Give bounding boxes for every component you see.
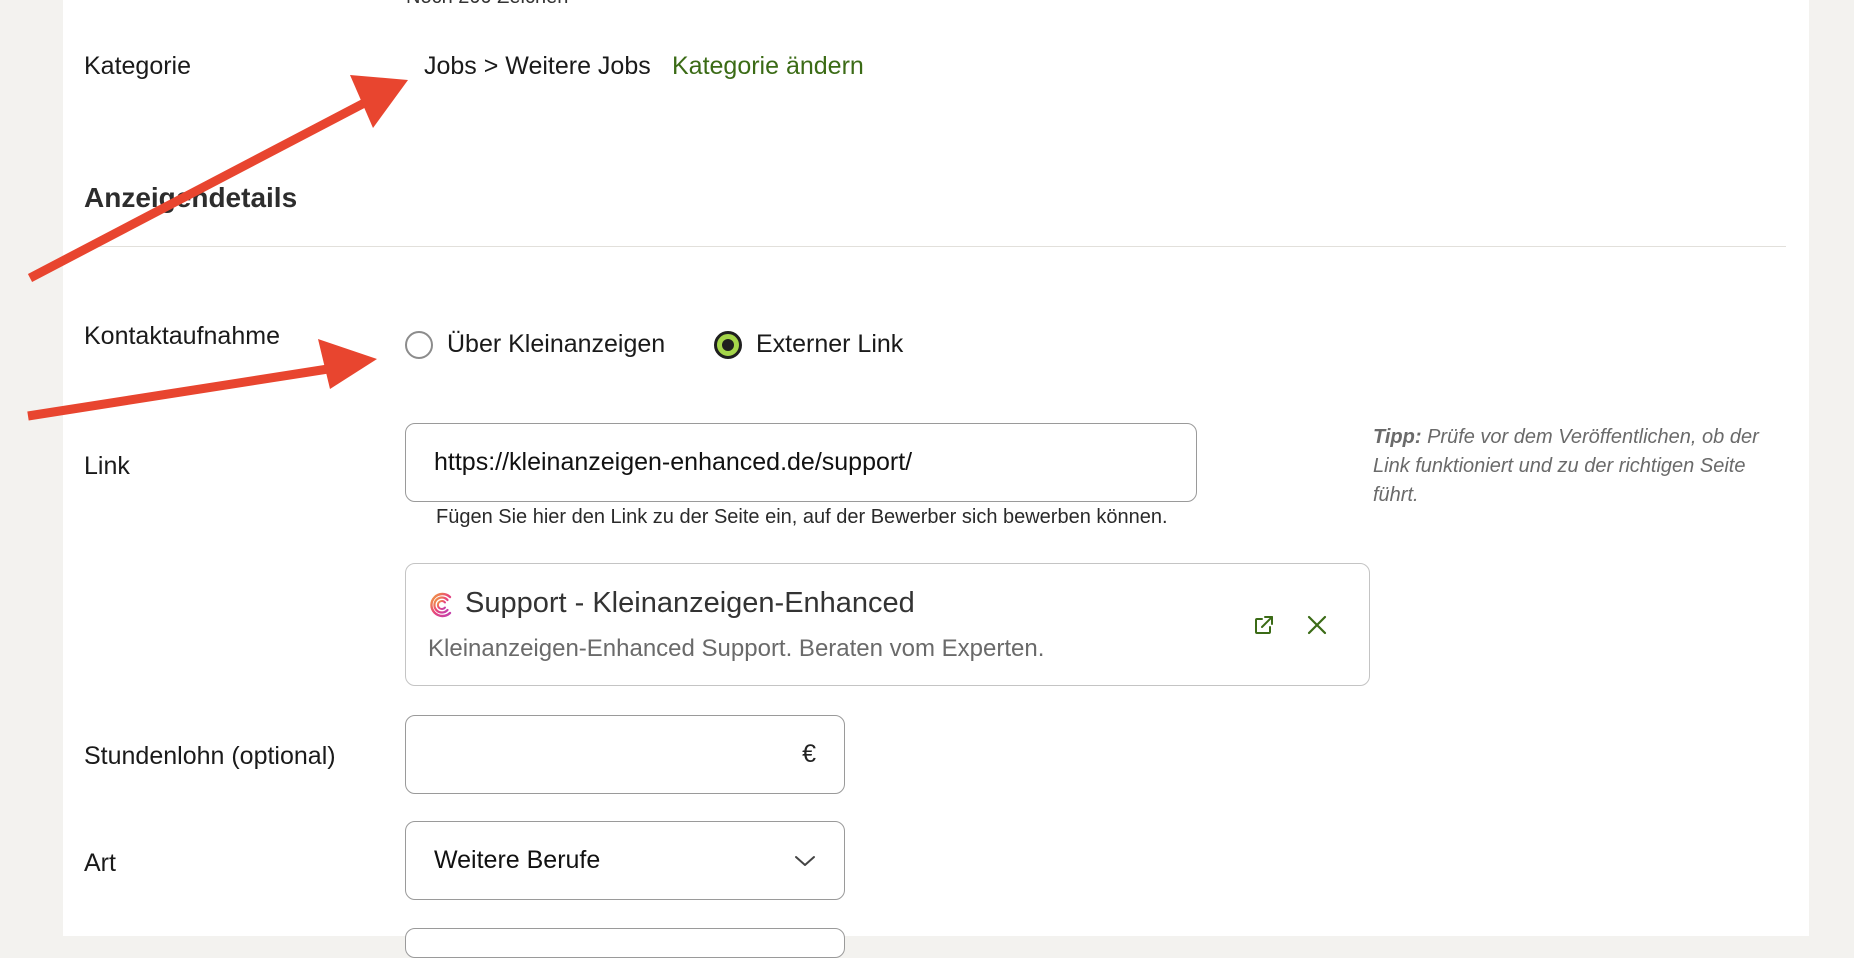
next-field-input[interactable] — [405, 928, 845, 958]
radio-button-unchecked[interactable] — [405, 330, 433, 359]
preview-description: Kleinanzeigen-Enhanced Support. Beraten … — [428, 635, 1045, 662]
radio-label-kleinanzeigen: Über Kleinanzeigen — [447, 330, 666, 358]
tip-label: Tipp: — [1373, 426, 1422, 448]
chevron-down-icon — [794, 854, 816, 868]
tip-text: Prüfe vor dem Veröffentlichen, ob der Li… — [1373, 426, 1759, 506]
type-select[interactable]: Weitere Berufe — [405, 821, 845, 900]
radio-option-external-link[interactable]: Externer Link — [714, 330, 903, 359]
radio-option-kleinanzeigen[interactable]: Über Kleinanzeigen — [405, 330, 665, 359]
radio-button-checked[interactable] — [714, 330, 742, 359]
category-label: Kategorie — [84, 52, 192, 80]
close-icon[interactable] — [1302, 610, 1332, 640]
type-select-value: Weitere Berufe — [434, 846, 601, 874]
link-hint-text: Fügen Sie hier den Link zu der Seite ein… — [436, 506, 1168, 528]
preview-title: Support - Kleinanzeigen-Enhanced — [465, 587, 915, 619]
link-tip: Tipp: Prüfe vor dem Veröffentlichen, ob … — [1373, 423, 1773, 510]
type-label: Art — [84, 849, 116, 877]
section-divider — [84, 246, 1786, 247]
external-link-icon[interactable] — [1249, 610, 1279, 640]
char-counter-text: Noch 200 Zeichen — [406, 0, 568, 9]
link-input-value: https://kleinanzeigen-enhanced.de/suppor… — [434, 448, 913, 476]
link-input[interactable]: https://kleinanzeigen-enhanced.de/suppor… — [405, 423, 1197, 502]
wage-input[interactable]: € — [405, 715, 845, 794]
kleinanzeigen-enhanced-logo-icon — [428, 591, 456, 619]
currency-symbol: € — [802, 740, 816, 768]
contact-label: Kontaktaufnahme — [84, 322, 280, 350]
radio-label-external-link: Externer Link — [756, 330, 904, 358]
change-category-link[interactable]: Kategorie ändern — [672, 52, 864, 81]
section-title: Anzeigendetails — [84, 182, 298, 213]
category-breadcrumb: Jobs > Weitere Jobs — [424, 52, 651, 80]
wage-label: Stundenlohn (optional) — [84, 742, 336, 770]
link-label: Link — [84, 452, 130, 480]
link-preview-card: Support - Kleinanzeigen-Enhanced Kleinan… — [405, 563, 1370, 686]
